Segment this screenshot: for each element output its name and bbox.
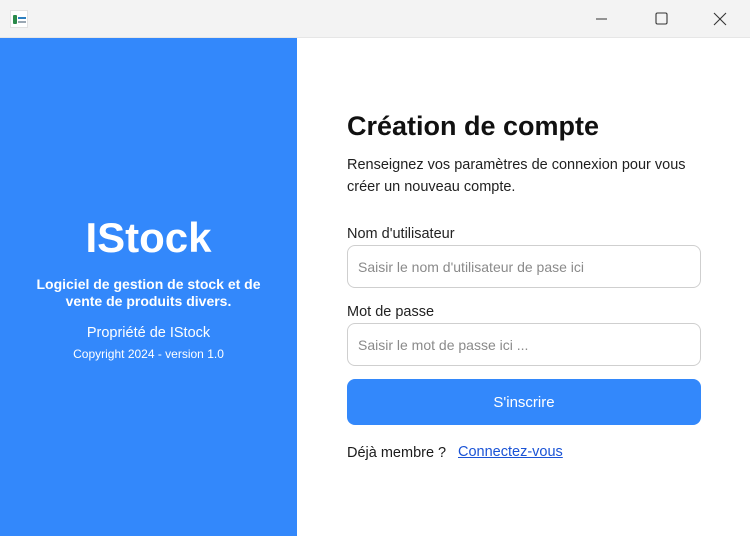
close-icon [713, 12, 727, 25]
maximize-icon [654, 12, 668, 25]
copyright-text: Copyright 2024 - version 1.0 [73, 347, 224, 361]
already-member-text: Déjà membre ? [347, 445, 447, 461]
close-button[interactable] [697, 0, 743, 37]
owner-text: Propriété de IStock [86, 325, 211, 341]
brand-panel: IStock Logiciel de gestion de stock et d… [0, 38, 297, 536]
page-title: Création de compte [347, 111, 600, 141]
password-input[interactable] [347, 323, 701, 366]
maximize-button[interactable] [638, 0, 684, 37]
password-label: Mot de passe [347, 304, 435, 320]
username-label: Nom d'utilisateur [347, 226, 455, 242]
minimize-button[interactable] [579, 0, 625, 37]
title-bar [0, 0, 750, 38]
brand-name: IStock [85, 214, 212, 261]
brand-tagline: Logiciel de gestion de stock et de vente… [36, 276, 261, 309]
username-input[interactable] [347, 245, 701, 288]
app-logo-icon [10, 10, 28, 28]
minimize-icon [596, 18, 607, 19]
login-link[interactable]: Connectez-vous [458, 443, 563, 461]
form-description: Renseignez vos paramètres de connexion p… [347, 157, 686, 195]
signup-button[interactable]: S'inscrire [347, 379, 701, 425]
signup-form: Création de compte Renseignez vos paramè… [297, 38, 750, 536]
